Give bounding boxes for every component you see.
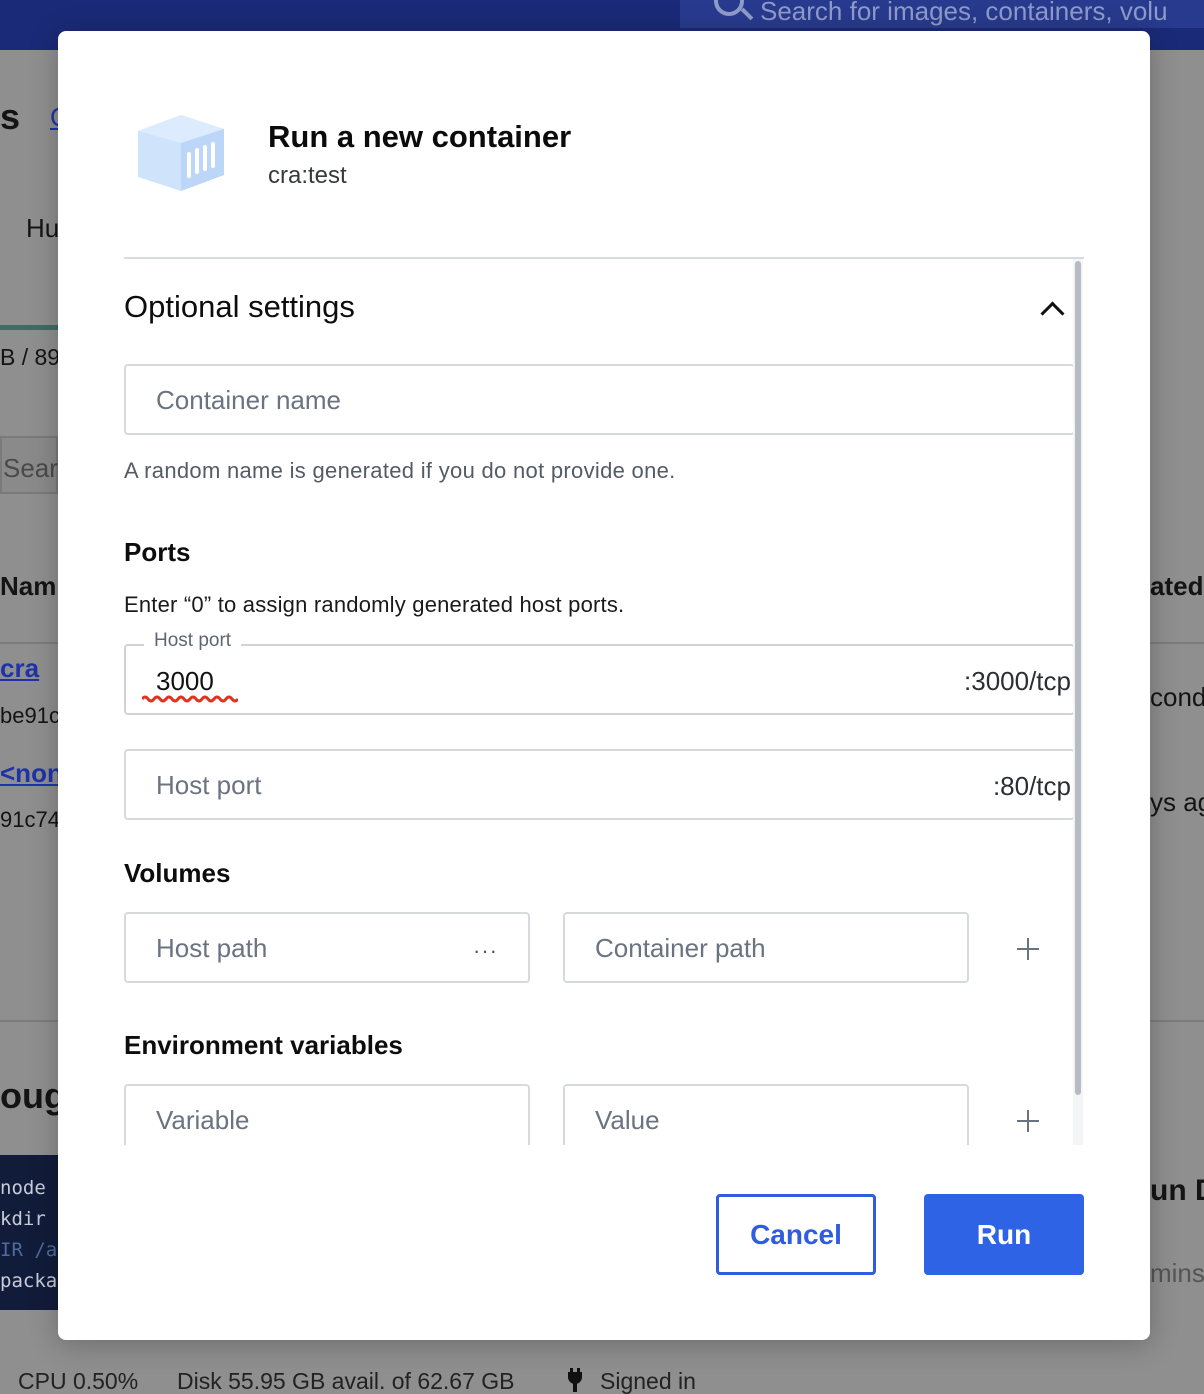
global-search-placeholder: Search for images, containers, volu	[760, 0, 1168, 26]
env-value-placeholder: Value	[595, 1105, 660, 1135]
size-fragment: B / 89	[0, 344, 61, 370]
env-variable-placeholder: Variable	[156, 1105, 250, 1135]
env-value-input[interactable]: Value	[563, 1084, 969, 1145]
run-fragment: un D	[1150, 1174, 1204, 1207]
plug-icon	[566, 1368, 584, 1392]
terminal-line: kdir	[0, 1208, 46, 1230]
row1-name-fragment[interactable]: cra	[0, 653, 39, 684]
row2-time-fragment: ys ag	[1150, 787, 1204, 817]
container-name-placeholder: Container name	[156, 385, 341, 415]
row2-name-fragment[interactable]: <non	[0, 758, 63, 789]
container-name-hint: A random name is generated if you do not…	[124, 458, 676, 483]
add-volume-plus-icon[interactable]	[1017, 938, 1039, 960]
host-path-placeholder: Host path	[156, 933, 268, 963]
signed-in-status: Signed in	[600, 1368, 696, 1394]
container-image-icon	[138, 115, 224, 191]
container-path-input[interactable]: Container path	[563, 912, 969, 983]
host-port-placeholder: Host port	[156, 770, 262, 800]
browse-more-icon[interactable]: ···	[473, 938, 498, 964]
container-port-3000: :3000/tcp	[964, 666, 1071, 696]
status-bar: CPU 0.50% Disk 55.95 GB avail. of 62.67 …	[0, 1364, 1204, 1394]
host-port-label: Host port	[144, 630, 242, 652]
cancel-button[interactable]: Cancel	[716, 1194, 876, 1275]
tab-indicator	[0, 325, 58, 330]
created-header-fragment: ated	[1150, 571, 1204, 601]
spellcheck-underline	[142, 695, 238, 703]
env-variables-title: Environment variables	[124, 1030, 403, 1060]
page-title-fragment: s	[0, 96, 21, 137]
container-path-placeholder: Container path	[595, 933, 766, 963]
host-port-input-80[interactable]: Host port :80/tcp	[124, 749, 1075, 820]
settings-scrollbar[interactable]	[1073, 259, 1083, 1145]
add-env-plus-icon[interactable]	[1017, 1110, 1039, 1132]
run-button[interactable]: Run	[924, 1194, 1084, 1275]
settings-scroll-area[interactable]: Optional settings Container name A rando…	[124, 259, 1084, 1145]
through-fragment: oug	[0, 1075, 66, 1116]
optional-settings-title[interactable]: Optional settings	[124, 289, 355, 325]
terminal-line: packa	[0, 1270, 58, 1292]
scrollbar-thumb[interactable]	[1075, 261, 1081, 1095]
row1-id-fragment: be91c	[0, 703, 60, 728]
hub-tab-fragment[interactable]: Hu	[26, 213, 59, 244]
row2-id-fragment: 91c74	[0, 807, 60, 832]
container-port-80: :80/tcp	[992, 771, 1071, 801]
run-container-dialog: Run a new container cra:test Optional se…	[58, 31, 1150, 1340]
name-header-fragment: Nam	[0, 571, 57, 601]
row1-time-fragment: cond	[1150, 682, 1204, 712]
dialog-title: Run a new container	[268, 119, 572, 154]
disk-status: Disk 55.95 GB avail. of 62.67 GB	[177, 1368, 515, 1394]
ports-title: Ports	[124, 537, 191, 567]
ports-description: Enter “0” to assign randomly generated h…	[124, 592, 625, 617]
container-name-input[interactable]: Container name	[124, 364, 1075, 435]
cpu-status: CPU 0.50%	[18, 1368, 139, 1394]
global-search-input[interactable]: Search for images, containers, volu	[680, 0, 1204, 28]
terminal-line: IR /a	[0, 1239, 58, 1261]
host-port-value: 3000	[156, 666, 214, 696]
host-port-input-3000[interactable]: Host port 3000 :3000/tcp	[124, 630, 1075, 715]
env-variable-input[interactable]: Variable	[124, 1084, 530, 1145]
search-icon	[714, 0, 744, 16]
chevron-up-icon[interactable]	[1040, 299, 1062, 321]
terminal-line: node	[0, 1177, 46, 1199]
volumes-title: Volumes	[124, 858, 231, 888]
image-name: cra:test	[268, 162, 347, 189]
mins-fragment: mins	[1150, 1258, 1204, 1288]
host-path-input[interactable]: Host path ···	[124, 912, 530, 983]
terminal-preview: node kdir IR /a packa	[0, 1155, 60, 1310]
bg-search-fragment: Sear	[3, 453, 58, 483]
